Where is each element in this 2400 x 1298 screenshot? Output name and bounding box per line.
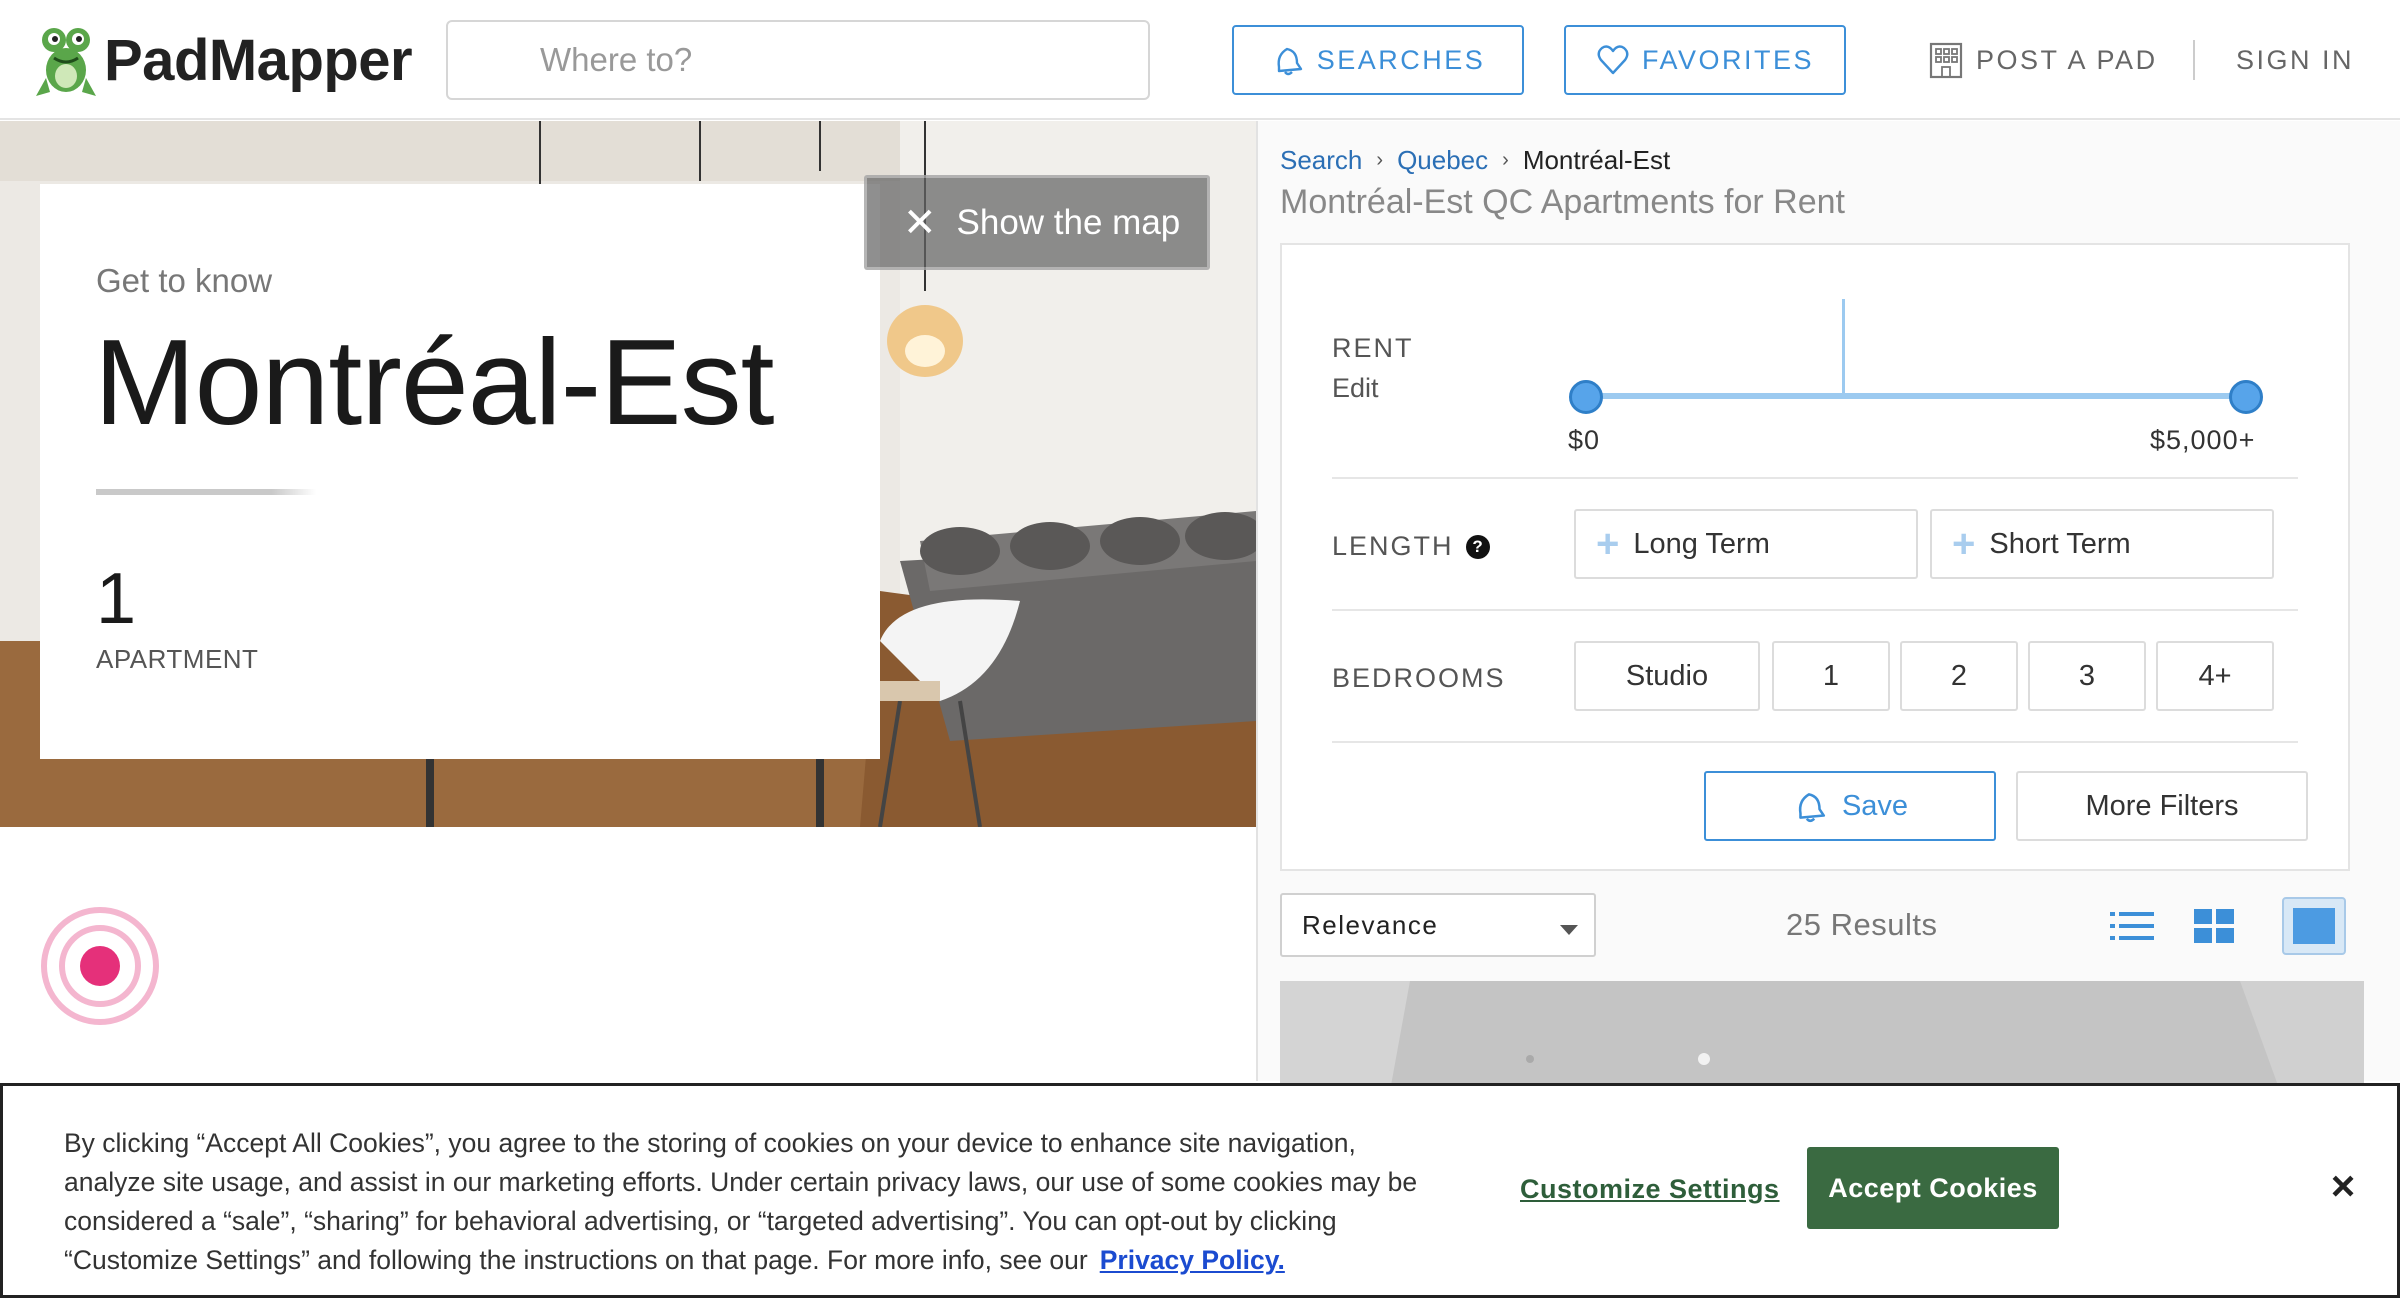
- grid-view-button[interactable]: [2182, 897, 2246, 955]
- top-nav: PadMapper Where to? SEARCHES FAVORITES P…: [0, 0, 2400, 120]
- bedroom-1-button[interactable]: 1: [1772, 641, 1890, 711]
- filter-divider: [1332, 477, 2298, 479]
- padmapper-logo[interactable]: PadMapper: [32, 18, 413, 102]
- help-icon[interactable]: ?: [1465, 534, 1490, 559]
- rent-slider-track[interactable]: [1584, 393, 2244, 399]
- location-search-input[interactable]: Where to?: [446, 20, 1150, 100]
- bell-icon: [1798, 793, 1825, 823]
- heart-icon: [1597, 45, 1629, 75]
- post-a-pad-link[interactable]: POST A PAD: [1928, 40, 2158, 80]
- get-to-know-label: Get to know: [96, 262, 273, 299]
- save-label: Save: [1841, 789, 1909, 822]
- plus-icon: +: [1952, 522, 1976, 566]
- map-view-button[interactable]: [2282, 897, 2346, 955]
- post-a-pad-label: POST A PAD: [1976, 44, 2158, 75]
- map-view-icon: [2293, 908, 2335, 944]
- close-icon[interactable]: ×: [2321, 1162, 2365, 1209]
- cookie-consent-banner: By clicking “Accept All Cookies”, you ag…: [0, 1083, 2400, 1298]
- rent-max-value: $5,000+: [2150, 425, 2256, 455]
- neighborhood-info-card: Get to know Montréal-Est 1 APARTMENT: [40, 184, 880, 759]
- bedroom-4plus-button[interactable]: 4+: [2156, 641, 2274, 711]
- filter-divider: [1332, 741, 2298, 743]
- sort-selected-value: Relevance: [1302, 909, 1439, 940]
- filters-panel: RENT Edit $0 $5,000+ LENGTH ? + Long Ter…: [1280, 243, 2350, 871]
- rent-min-value: $0: [1568, 425, 1601, 455]
- frog-logo-icon: [36, 28, 96, 96]
- rent-histogram-bar: [1842, 299, 1845, 399]
- length-label: LENGTH ?: [1332, 531, 1490, 562]
- breadcrumb-search[interactable]: Search: [1280, 145, 1362, 176]
- rent-max-handle[interactable]: [2229, 380, 2263, 414]
- nav-divider: [2193, 40, 2195, 80]
- long-term-button[interactable]: + Long Term: [1574, 509, 1918, 579]
- list-view-button[interactable]: [2100, 897, 2164, 955]
- privacy-policy-link[interactable]: Privacy Policy.: [1100, 1245, 1285, 1275]
- accept-cookies-button[interactable]: Accept Cookies: [1807, 1147, 2059, 1229]
- grid-view-icon: [2194, 909, 2234, 943]
- sort-dropdown[interactable]: Relevance: [1280, 893, 1596, 957]
- list-view-icon: [2110, 912, 2154, 940]
- location-pulse-icon: [41, 907, 159, 1025]
- bedroom-3-button[interactable]: 3: [2028, 641, 2146, 711]
- logo-text: PadMapper: [104, 27, 413, 93]
- rent-label: RENT: [1332, 333, 1414, 363]
- bedroom-2-button[interactable]: 2: [1900, 641, 2018, 711]
- breadcrumb-current: Montréal-Est: [1522, 145, 1671, 175]
- plus-icon: +: [1596, 522, 1620, 566]
- show-map-label: Show the map: [956, 202, 1181, 242]
- short-term-label: Short Term: [1989, 527, 2131, 560]
- breadcrumb-separator-icon: ›: [1376, 149, 1384, 171]
- breadcrumb: Search › Quebec › Montréal-Est: [1280, 145, 1670, 176]
- results-count: 25 Results: [1786, 907, 1938, 942]
- close-icon: ✕: [903, 200, 937, 245]
- bedrooms-label: BEDROOMS: [1332, 663, 1506, 693]
- listings-panel: Search › Quebec › Montréal-Est Montréal-…: [1256, 121, 2400, 1091]
- apartment-count: 1: [96, 559, 137, 639]
- favorites-button[interactable]: FAVORITES: [1564, 25, 1846, 95]
- breadcrumb-separator-icon: ›: [1502, 149, 1509, 171]
- title-underline: [96, 489, 316, 495]
- favorites-label: FAVORITES: [1641, 44, 1815, 75]
- searches-button[interactable]: SEARCHES: [1232, 25, 1524, 95]
- chevron-down-icon: [1560, 925, 1578, 935]
- bell-icon: [1277, 47, 1302, 76]
- neighborhood-title: Montréal-Est: [94, 314, 775, 450]
- listing-photo[interactable]: [1280, 981, 2364, 1091]
- more-filters-button[interactable]: More Filters: [2016, 771, 2308, 841]
- searches-label: SEARCHES: [1316, 44, 1486, 75]
- filter-divider: [1332, 609, 2298, 611]
- bedroom-studio-button[interactable]: Studio: [1574, 641, 1760, 711]
- long-term-label: Long Term: [1633, 527, 1770, 560]
- building-icon: [1929, 42, 1963, 79]
- neighborhood-hero: Get to know Montréal-Est 1 APARTMENT ✕ S…: [0, 121, 1256, 827]
- show-map-button[interactable]: ✕ Show the map: [864, 175, 1210, 270]
- rent-edit-link[interactable]: Edit: [1332, 373, 1379, 404]
- short-term-button[interactable]: + Short Term: [1930, 509, 2274, 579]
- breadcrumb-quebec[interactable]: Quebec: [1397, 145, 1488, 176]
- length-label-text: LENGTH: [1332, 531, 1454, 561]
- rent-min-handle[interactable]: [1569, 380, 1603, 414]
- sign-in-link[interactable]: SIGN IN: [2236, 40, 2354, 80]
- apartment-count-label: APARTMENT: [96, 644, 259, 674]
- listing-image: [1280, 981, 2364, 1091]
- customize-settings-link[interactable]: Customize Settings: [1520, 1174, 1780, 1205]
- save-search-button[interactable]: Save: [1704, 771, 1996, 841]
- cookie-message: By clicking “Accept All Cookies”, you ag…: [64, 1124, 1444, 1280]
- page-title: Montréal-Est QC Apartments for Rent: [1280, 183, 1845, 221]
